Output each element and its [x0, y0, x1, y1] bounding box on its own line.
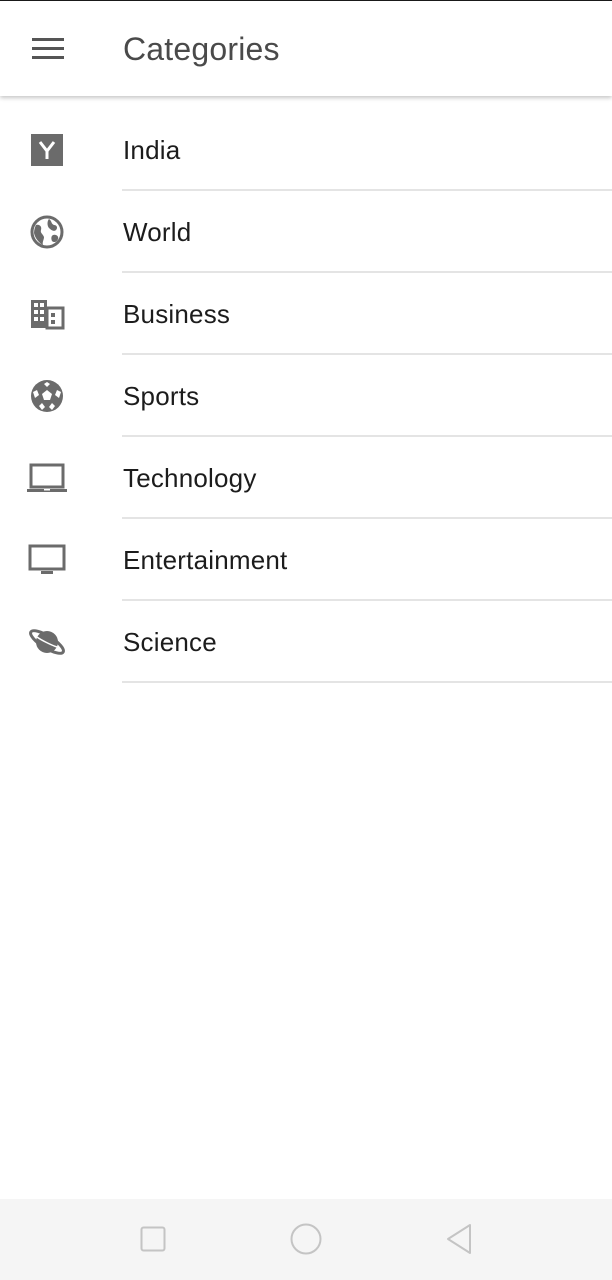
category-label: Sports — [123, 381, 200, 411]
page-title: Categories — [123, 31, 280, 67]
category-label: Entertainment — [123, 545, 288, 575]
category-item-world[interactable]: World — [0, 191, 612, 273]
recents-button[interactable] — [123, 1213, 183, 1265]
building-icon — [26, 295, 68, 333]
category-label: Science — [123, 627, 217, 657]
hamburger-menu-icon — [32, 38, 64, 60]
square-recents-icon — [140, 1226, 166, 1252]
app-bar: Categories — [0, 1, 612, 96]
category-item-india[interactable]: India — [0, 109, 612, 191]
category-item-business[interactable]: Business — [0, 273, 612, 355]
list-divider — [122, 681, 612, 683]
category-item-sports[interactable]: Sports — [0, 355, 612, 437]
circle-home-icon — [290, 1223, 322, 1255]
soccer-ball-icon — [26, 377, 68, 415]
category-item-science[interactable]: Science — [0, 601, 612, 683]
menu-button[interactable] — [16, 17, 80, 81]
back-button[interactable] — [429, 1213, 489, 1265]
planet-icon — [26, 623, 68, 661]
triangle-back-icon — [445, 1223, 473, 1255]
home-button[interactable] — [276, 1213, 336, 1265]
category-label: India — [123, 135, 181, 165]
category-list: India World Business Sports Technology E… — [0, 109, 612, 683]
laptop-icon — [26, 459, 68, 497]
category-label: World — [123, 217, 192, 247]
globe-icon — [26, 213, 68, 251]
category-item-entertainment[interactable]: Entertainment — [0, 519, 612, 601]
category-item-technology[interactable]: Technology — [0, 437, 612, 519]
category-label: Technology — [123, 463, 257, 493]
tv-icon — [26, 541, 68, 579]
category-label: Business — [123, 299, 231, 329]
y-logo-icon — [26, 131, 68, 169]
system-nav-bar — [0, 1199, 612, 1280]
